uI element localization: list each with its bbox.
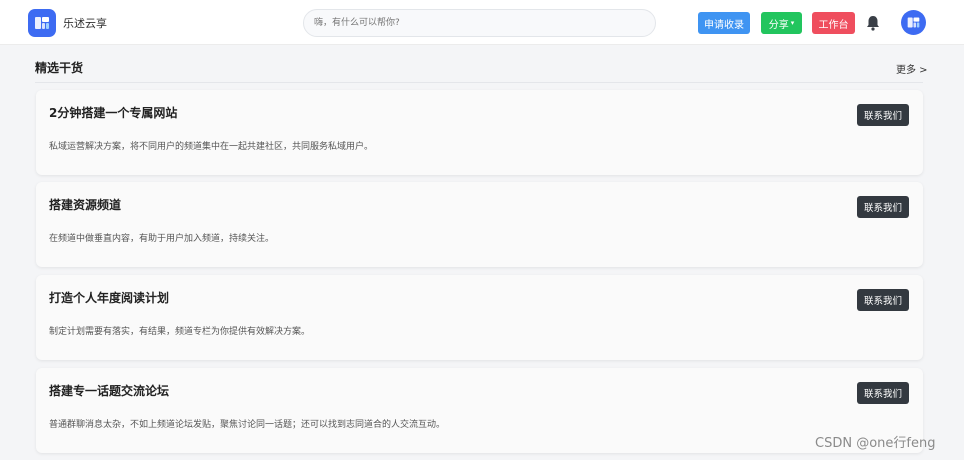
card-build-website: 2分钟搭建一个专属网站 私域运营解决方案，将不同用户的频道集中在一起共建社区，共… xyxy=(36,90,923,175)
card-reading-plan: 打造个人年度阅读计划 制定计划需要有落实，有结果，频道专栏为你提供有效解决方案。… xyxy=(36,275,923,360)
card-description: 制定计划需要有落实，有结果，频道专栏为你提供有效解决方案。 xyxy=(49,327,311,337)
card-resource-channel: 搭建资源频道 在频道中做垂直内容，有助于用户加入频道，持续关注。 联系我们 xyxy=(36,182,923,267)
share-label: 分享 xyxy=(768,19,789,31)
contact-us-button[interactable]: 联系我们 xyxy=(857,382,909,404)
apply-inclusion-label: 申请收录 xyxy=(704,19,744,31)
workbench-button[interactable]: 工作台 xyxy=(812,12,855,34)
contact-us-button[interactable]: 联系我们 xyxy=(857,196,909,218)
card-description: 普通群聊消息太杂，不如上频道论坛发贴，聚焦讨论同一话题；还可以找到志同道合的人交… xyxy=(49,420,446,430)
more-link[interactable]: 更多 > xyxy=(896,61,928,76)
card-description: 私域运营解决方案，将不同用户的频道集中在一起共建社区，共同服务私域用户。 xyxy=(49,142,374,152)
brand-name: 乐述云享 xyxy=(63,17,107,30)
bell-icon[interactable] xyxy=(866,15,880,31)
card-title: 搭建专一话题交流论坛 xyxy=(49,384,170,398)
card-title: 搭建资源频道 xyxy=(49,198,122,212)
caret-down-icon: ▾ xyxy=(790,19,795,27)
top-header: 乐述云享 申请收录 分享 ▾ 工作台 xyxy=(0,0,964,45)
workbench-label: 工作台 xyxy=(818,19,849,31)
logo-icon[interactable] xyxy=(28,9,56,37)
apply-inclusion-button[interactable]: 申请收录 xyxy=(698,12,750,34)
avatar[interactable] xyxy=(901,10,926,35)
watermark: CSDN @one行feng xyxy=(815,436,936,451)
contact-us-button[interactable]: 联系我们 xyxy=(857,289,909,311)
card-topic-forum: 搭建专一话题交流论坛 普通群聊消息太杂，不如上频道论坛发贴，聚焦讨论同一话题；还… xyxy=(36,368,923,453)
section-divider xyxy=(35,82,923,83)
search-input[interactable] xyxy=(303,9,656,37)
share-button[interactable]: 分享 ▾ xyxy=(761,12,802,34)
card-description: 在频道中做垂直内容，有助于用户加入频道，持续关注。 xyxy=(49,234,275,244)
card-title: 打造个人年度阅读计划 xyxy=(49,291,170,305)
contact-us-button[interactable]: 联系我们 xyxy=(857,104,909,126)
section-title: 精选干货 xyxy=(35,61,84,75)
card-title: 2分钟搭建一个专属网站 xyxy=(49,106,178,120)
